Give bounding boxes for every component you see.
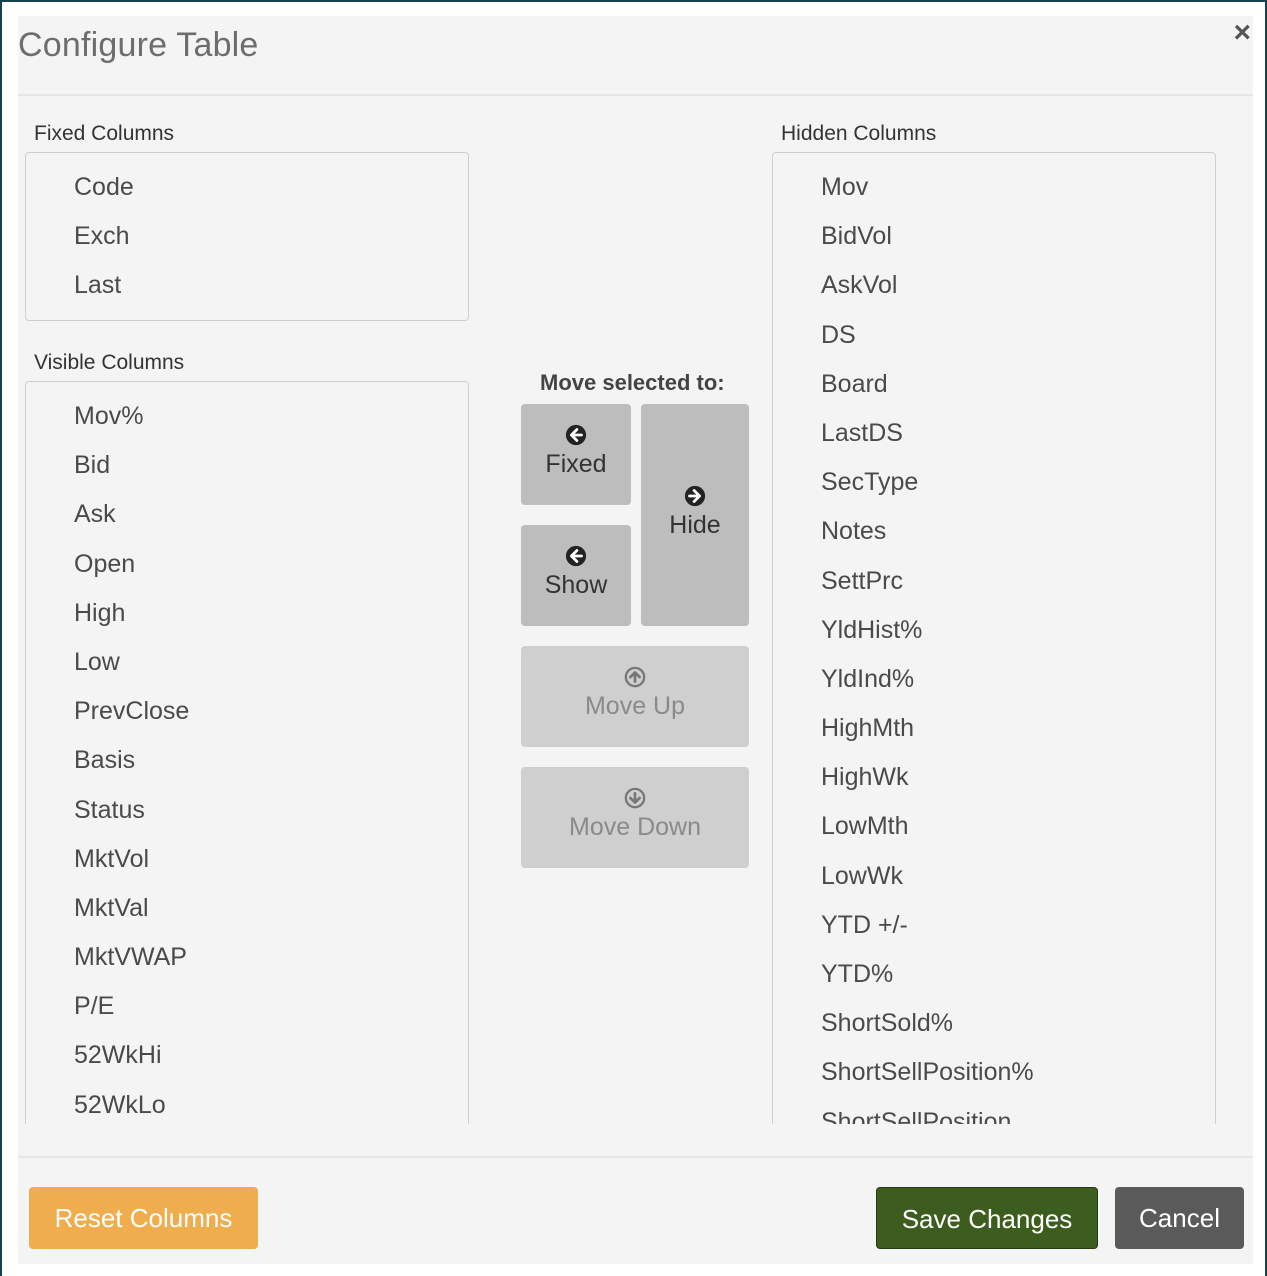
- arrow-circle-left-icon: [565, 545, 587, 567]
- visible-columns-label: Visible Columns: [34, 351, 185, 374]
- list-item[interactable]: MktVal: [26, 884, 468, 933]
- list-item[interactable]: 52WkHi: [26, 1031, 468, 1080]
- list-item[interactable]: ShortSellPosition%: [773, 1048, 1215, 1097]
- list-item[interactable]: DS: [773, 311, 1215, 360]
- list-item[interactable]: ShortSold%: [773, 999, 1215, 1048]
- list-item[interactable]: 52WkLo: [26, 1081, 468, 1124]
- list-item[interactable]: Open: [26, 540, 468, 589]
- show-button-label: Show: [544, 571, 608, 599]
- move-down-button[interactable]: Move Down: [521, 767, 749, 868]
- list-item[interactable]: Notes: [773, 507, 1215, 556]
- list-item[interactable]: AskVol: [773, 261, 1215, 310]
- list-item[interactable]: Low: [26, 638, 468, 687]
- list-item[interactable]: SettPrc: [773, 557, 1215, 606]
- move-up-button[interactable]: Move Up: [521, 646, 749, 747]
- move-to-fixed-button[interactable]: Fixed: [521, 404, 631, 505]
- list-item[interactable]: YldHist%: [773, 606, 1215, 655]
- dialog-title: Configure Table: [18, 26, 259, 64]
- list-item[interactable]: Board: [773, 360, 1215, 409]
- move-to-hide-button[interactable]: Hide: [641, 404, 749, 626]
- arrow-circle-right-icon: [684, 485, 706, 507]
- header-divider: [18, 94, 1253, 96]
- list-item[interactable]: PrevClose: [26, 687, 468, 736]
- list-item[interactable]: Bid: [26, 441, 468, 490]
- dialog-content: Configure Table × Fixed Columns Code Exch…: [18, 16, 1253, 1264]
- reset-columns-button[interactable]: Reset Columns: [29, 1187, 258, 1249]
- list-item[interactable]: High: [26, 589, 468, 638]
- list-item[interactable]: LowMth: [773, 802, 1215, 851]
- list-item[interactable]: ShortSellPosition: [773, 1098, 1215, 1124]
- list-item[interactable]: MktVol: [26, 835, 468, 884]
- fixed-columns-label: Fixed Columns: [34, 122, 175, 145]
- list-item[interactable]: LowWk: [773, 852, 1215, 901]
- list-item[interactable]: HighMth: [773, 704, 1215, 753]
- list-item[interactable]: BidVol: [773, 212, 1215, 261]
- list-item[interactable]: YldInd%: [773, 655, 1215, 704]
- list-item[interactable]: YTD%: [773, 950, 1215, 999]
- list-item[interactable]: Status: [26, 786, 468, 835]
- visible-columns-list[interactable]: Mov% Bid Ask Open High Low PrevClose Basis Statu…: [25, 381, 469, 1124]
- configure-table-dialog: Configure Table × Fixed Columns Code Exch…: [2, 2, 1265, 1276]
- move-selected-label: Move selected to:: [540, 370, 725, 395]
- move-down-label: Move Down: [569, 813, 701, 841]
- list-item[interactable]: Exch: [26, 212, 468, 261]
- list-item[interactable]: HighWk: [773, 753, 1215, 802]
- list-item[interactable]: MktVWAP: [26, 933, 468, 982]
- move-to-show-button[interactable]: Show: [521, 525, 631, 626]
- list-item[interactable]: Last: [26, 261, 468, 310]
- hide-button-label: Hide: [669, 511, 721, 539]
- list-item[interactable]: LastDS: [773, 409, 1215, 458]
- list-item[interactable]: SecType: [773, 458, 1215, 507]
- list-item[interactable]: P/E: [26, 982, 468, 1031]
- arrow-circle-down-icon: [624, 787, 646, 809]
- hidden-columns-label: Hidden Columns: [781, 122, 937, 145]
- arrow-circle-left-icon: [565, 424, 587, 446]
- list-item[interactable]: YTD +/-: [773, 901, 1215, 950]
- move-up-label: Move Up: [584, 692, 686, 720]
- save-changes-button[interactable]: Save Changes: [876, 1187, 1098, 1249]
- list-item[interactable]: Code: [26, 163, 468, 212]
- list-item[interactable]: Basis: [26, 736, 468, 785]
- list-item[interactable]: Mov%: [26, 392, 468, 441]
- arrow-circle-up-icon: [624, 666, 646, 688]
- cancel-button[interactable]: Cancel: [1115, 1187, 1244, 1249]
- close-icon[interactable]: ×: [1233, 18, 1251, 48]
- list-item[interactable]: Ask: [26, 490, 468, 539]
- fixed-columns-list[interactable]: Code Exch Last: [25, 152, 469, 321]
- fixed-button-label: Fixed: [545, 450, 607, 478]
- footer-divider: [18, 1156, 1253, 1158]
- list-item[interactable]: Mov: [773, 163, 1215, 212]
- hidden-columns-list[interactable]: Mov BidVol AskVol DS Board LastDS SecType Notes…: [772, 152, 1216, 1124]
